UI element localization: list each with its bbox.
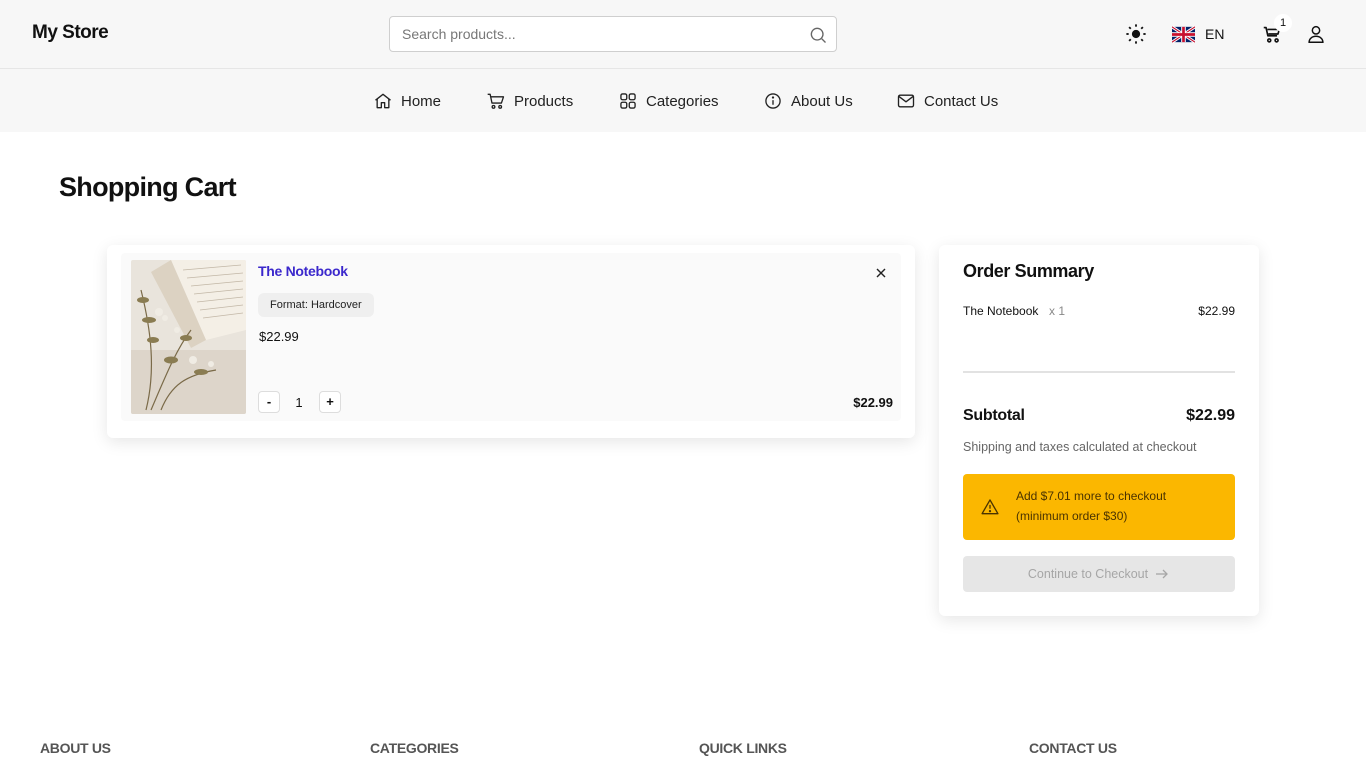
cart-icon [487,93,505,109]
cart-item-title-link[interactable]: The Notebook [258,263,348,279]
page-title: Shopping Cart [59,172,237,202]
quantity-decrement-button[interactable]: - [258,391,280,413]
search-input[interactable] [402,17,802,51]
footer-heading-about: ABOUT US [40,740,111,756]
nav-item-contact[interactable]: Contact Us [896,91,998,111]
grid-icon [620,93,636,109]
footer-heading-categories: CATEGORIES [370,740,459,756]
uk-flag-icon [1172,25,1195,43]
order-summary-panel: Order Summary The Notebook x 1 $22.99 Su… [939,245,1259,616]
language-selector[interactable]: EN [1172,24,1224,44]
warning-triangle-icon [981,499,999,515]
nav-item-categories[interactable]: Categories [618,91,719,111]
notebook-product-image [131,260,246,414]
nav-item-home[interactable]: Home [373,91,441,111]
cart-item-format-tag: Format: Hardcover [258,293,374,317]
search-bar[interactable] [389,16,837,52]
language-code: EN [1205,26,1225,42]
info-icon [765,93,781,109]
arrow-right-icon [1156,569,1169,579]
main-nav: Home Products Categories About Us Contac… [0,69,1366,132]
summary-divider [963,371,1235,373]
footer-heading-contact: CONTACT US [1029,740,1117,756]
alert-message: Add $7.01 more to checkout (minimum orde… [1016,489,1167,523]
header: My Store EN 1 [0,0,1366,69]
minimum-order-alert: Add $7.01 more to checkout (minimum orde… [963,474,1235,540]
nav-label-contact: Contact Us [924,92,999,110]
nav-item-products[interactable]: Products [486,91,573,111]
summary-line-price: $22.99 [1198,304,1235,318]
shipping-note: Shipping and taxes calculated at checkou… [963,440,1197,454]
subtotal-label: Subtotal [963,407,1025,424]
summary-line-qty: x 1 [1049,304,1066,318]
order-summary-title: Order Summary [963,261,1094,281]
quantity-value: 1 [295,395,303,410]
search-icon[interactable] [808,25,828,45]
home-icon [375,93,391,109]
nav-label-about: About Us [791,92,853,110]
cart-item-unit-price: $22.99 [259,329,299,344]
footer-heading-quick-links: QUICK LINKS [699,740,787,756]
product-thumbnail[interactable] [131,260,246,414]
mail-icon [897,94,915,108]
theme-toggle-sun-icon[interactable] [1125,23,1147,45]
nav-item-about[interactable]: About Us [763,91,853,111]
continue-to-checkout-button[interactable]: Continue to Checkout [963,556,1235,592]
cart-items-panel: The Notebook Format: Hardcover $22.99 - … [107,245,915,438]
nav-label-home: Home [401,92,442,110]
subtotal-value: $22.99 [1186,407,1235,424]
store-logo[interactable]: My Store [32,22,109,44]
cart-item-line-total: $22.99 [853,395,893,410]
cart-count-badge: 1 [1274,14,1292,32]
cart-item: The Notebook Format: Hardcover $22.99 - … [121,253,901,421]
quantity-increment-button[interactable]: + [319,391,341,413]
remove-item-close-icon[interactable] [873,265,889,281]
nav-label-categories: Categories [646,92,719,110]
summary-line-name: The Notebook [963,304,1039,318]
nav-label-products: Products [514,92,574,110]
checkout-button-label: Continue to Checkout [1027,567,1149,581]
user-account-icon[interactable] [1305,23,1327,45]
